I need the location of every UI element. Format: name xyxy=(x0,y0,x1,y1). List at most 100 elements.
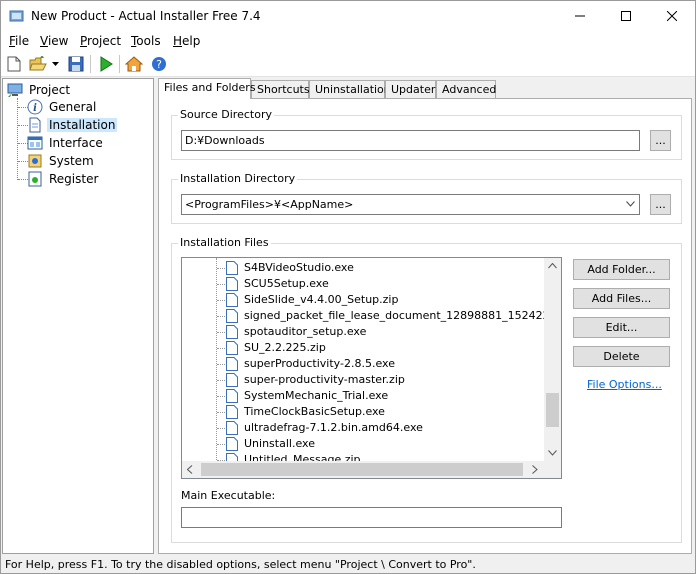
installation-files-label: Installation Files xyxy=(178,236,271,249)
file-name: TimeClockBasicSetup.exe xyxy=(244,405,385,418)
file-name: SideSlide_v4.4.00_Setup.zip xyxy=(244,293,399,306)
app-icon xyxy=(9,10,24,22)
menu-project[interactable]: Project xyxy=(80,34,121,48)
add-folder-button[interactable]: Add Folder... xyxy=(573,259,670,280)
toolbar-separator xyxy=(119,55,120,73)
installation-browse-button[interactable]: ... xyxy=(650,194,671,215)
toolbar: ? xyxy=(1,51,695,77)
file-icon xyxy=(226,341,238,355)
vertical-scroll-thumb[interactable] xyxy=(546,393,559,427)
maximize-button[interactable] xyxy=(603,1,649,31)
chevron-down-icon xyxy=(626,201,635,207)
scroll-down-icon xyxy=(548,450,557,456)
delete-button[interactable]: Delete xyxy=(573,346,670,367)
svg-text:i: i xyxy=(33,103,37,114)
horizontal-scrollbar[interactable] xyxy=(182,461,544,478)
tree-item-register[interactable]: Register xyxy=(27,170,100,188)
dropdown-icon xyxy=(51,62,59,66)
tab-advanced[interactable]: Advanced xyxy=(436,80,496,98)
file-list-item[interactable]: S4BVideoStudio.exe xyxy=(182,260,544,276)
file-list-item[interactable]: SideSlide_v4.4.00_Setup.zip xyxy=(182,292,544,308)
tree-item-general[interactable]: i General xyxy=(27,98,98,116)
file-list-item[interactable]: Uninstall.exe xyxy=(182,436,544,452)
file-options-link[interactable]: File Options... xyxy=(587,378,662,391)
title-bar[interactable]: New Product - Actual Installer Free 7.4 xyxy=(1,1,695,31)
file-list-item[interactable]: signed_packet_file_lease_document_128988… xyxy=(182,308,561,324)
file-name: SystemMechanic_Trial.exe xyxy=(244,389,389,402)
minimize-button[interactable] xyxy=(557,1,603,31)
installation-files-list[interactable]: S4BVideoStudio.exe SCU5Setup.exe SideSlide… xyxy=(181,257,562,479)
status-bar: For Help, press F1. To try the disabled … xyxy=(5,558,476,571)
build-run-button[interactable] xyxy=(97,55,115,73)
main-executable-input[interactable] xyxy=(181,507,562,528)
file-icon xyxy=(226,293,238,307)
open-icon xyxy=(29,56,47,71)
file-icon xyxy=(226,325,238,339)
tree-connector xyxy=(217,380,225,381)
menu-view[interactable]: View xyxy=(40,34,68,48)
menu-file[interactable]: File xyxy=(9,34,29,48)
file-name: Uninstall.exe xyxy=(244,437,315,450)
close-button[interactable] xyxy=(649,1,695,31)
tab-shortcuts[interactable]: Shortcuts xyxy=(251,80,310,98)
file-list-item[interactable]: SU_2.2.225.zip xyxy=(182,340,544,356)
tree-item-system[interactable]: System xyxy=(27,152,96,170)
help-button[interactable]: ? xyxy=(150,55,168,73)
save-icon xyxy=(68,56,84,72)
tree-connector xyxy=(217,284,225,285)
file-list-item[interactable]: TimeClockBasicSetup.exe xyxy=(182,404,544,420)
tree-connector xyxy=(217,268,225,269)
scroll-up-icon xyxy=(548,263,557,269)
file-list-item[interactable]: SystemMechanic_Trial.exe xyxy=(182,388,544,404)
horizontal-scroll-thumb[interactable] xyxy=(201,463,523,476)
computer-icon xyxy=(7,83,23,97)
tree-item-installation[interactable]: Installation xyxy=(27,116,118,134)
file-icon xyxy=(226,437,238,451)
system-icon xyxy=(28,154,42,168)
tree-connector xyxy=(217,364,225,365)
save-button[interactable] xyxy=(67,55,85,73)
scrollbar-corner xyxy=(544,461,561,478)
tab-files-and-folders[interactable]: Files and Folders xyxy=(158,78,256,99)
svg-text:?: ? xyxy=(156,58,162,71)
close-icon xyxy=(667,11,677,21)
tree-connector xyxy=(217,444,225,445)
info-icon: i xyxy=(27,99,43,115)
tree-item-interface[interactable]: Interface xyxy=(27,134,105,152)
source-browse-button[interactable]: ... xyxy=(650,130,671,151)
toolbar-separator xyxy=(90,55,91,73)
file-name: spotauditor_setup.exe xyxy=(244,325,367,338)
file-list-item[interactable]: superProductivity-2.8.5.exe xyxy=(182,356,544,372)
menu-help[interactable]: Help xyxy=(173,34,200,48)
tab-updater[interactable]: Updater xyxy=(385,80,436,98)
source-directory-input[interactable]: D:¥Downloads xyxy=(181,130,640,151)
file-icon xyxy=(226,421,238,435)
file-list-item[interactable]: ultradefrag-7.1.2.bin.amd64.exe xyxy=(182,420,544,436)
main-executable-label: Main Executable: xyxy=(181,489,276,502)
file-icon xyxy=(226,389,238,403)
file-list-item[interactable]: SCU5Setup.exe xyxy=(182,276,544,292)
tree-root-project[interactable]: Project xyxy=(7,81,72,99)
file-name: S4BVideoStudio.exe xyxy=(244,261,354,274)
home-button[interactable] xyxy=(125,55,143,73)
menu-tools[interactable]: Tools xyxy=(131,34,161,48)
vertical-scrollbar[interactable] xyxy=(544,258,561,462)
tab-uninstallation[interactable]: Uninstallation xyxy=(309,80,391,98)
tree-connector xyxy=(217,412,225,413)
open-dropdown-button[interactable] xyxy=(50,55,60,73)
file-name: signed_packet_file_lease_document_128988… xyxy=(244,309,562,322)
file-list-item[interactable]: super-productivity-master.zip xyxy=(182,372,544,388)
new-button[interactable] xyxy=(5,55,23,73)
file-name: SCU5Setup.exe xyxy=(244,277,329,290)
source-directory-label: Source Directory xyxy=(178,108,274,121)
file-icon xyxy=(226,261,238,275)
installation-directory-combo[interactable]: <ProgramFiles>¥<AppName> xyxy=(181,194,640,215)
home-icon xyxy=(125,56,143,72)
minimize-icon xyxy=(575,15,585,17)
tree-connector xyxy=(217,300,225,301)
file-list-item[interactable]: spotauditor_setup.exe xyxy=(182,324,544,340)
tree-connector xyxy=(217,348,225,349)
edit-button[interactable]: Edit... xyxy=(573,317,670,338)
open-button[interactable] xyxy=(29,55,47,73)
add-files-button[interactable]: Add Files... xyxy=(573,288,670,309)
